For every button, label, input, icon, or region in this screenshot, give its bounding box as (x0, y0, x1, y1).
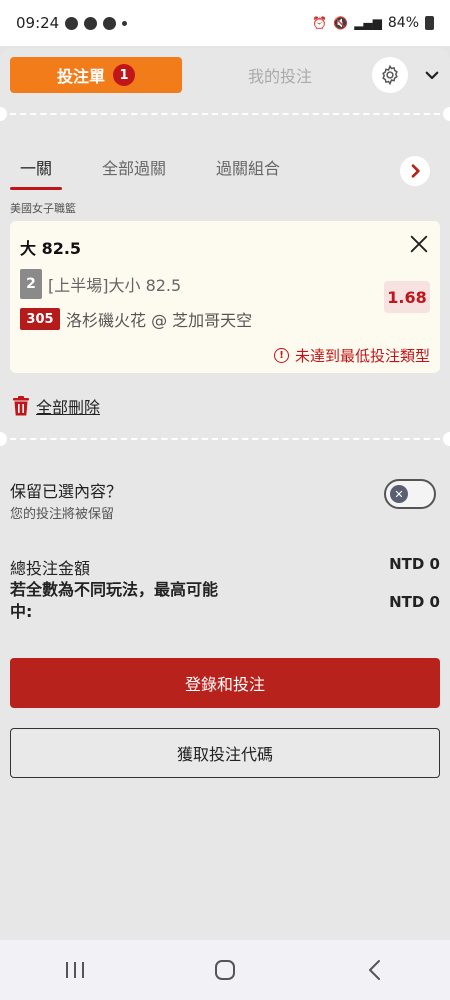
total-stake-label: 總投注金額 (10, 559, 91, 578)
market-text: [上半場]大小 82.5 (48, 276, 182, 295)
odds-value[interactable]: 1.68 (384, 281, 430, 313)
bet-type-tabs: 一關 全部過關 過關組合 (10, 152, 440, 192)
battery-icon (425, 16, 434, 30)
status-right: ⏰ 🔇 ▂▄▆ 84% (312, 15, 434, 31)
status-left: 09:24 (16, 14, 128, 32)
event-text: 洛杉磯火花 @ 芝加哥天空 (66, 311, 253, 330)
keep-selections-subtitle: 您的投注將被保留 (10, 507, 115, 522)
bet-selection-title: 大 82.5 (20, 239, 82, 258)
back-button[interactable] (345, 950, 405, 990)
chevron-down-icon (425, 71, 439, 80)
bet-card: 大 82.5 2 [上半場]大小 82.5 1.68 305 洛杉磯火花 @ 芝… (10, 221, 440, 373)
signal-icon: ▂▄▆ (354, 16, 382, 30)
event-number-badge: 305 (20, 308, 60, 330)
chrome-icon (65, 16, 79, 30)
tab-bet-slip-label: 投注單 (56, 67, 105, 86)
keep-selections-title: 保留已選內容？ (10, 482, 123, 501)
chrome-icon-2 (84, 16, 98, 30)
recent-apps-icon (66, 962, 84, 978)
delete-all-label: 全部刪除 (36, 398, 101, 417)
market-row: 2 [上半場]大小 82.5 (20, 269, 181, 299)
get-bet-code-button[interactable]: 獲取投注代碼 (10, 728, 440, 778)
event-row: 305 洛杉磯火花 @ 芝加哥天空 (20, 307, 252, 331)
market-number-badge: 2 (20, 269, 42, 299)
ticket-notch (0, 432, 7, 446)
login-and-bet-button[interactable]: 登錄和投注 (10, 658, 440, 708)
chevron-right-icon (411, 164, 420, 178)
league-name: 美國女子職籃 (10, 202, 76, 215)
warning-text: 未達到最低投注類型 (294, 347, 430, 365)
total-stake-value: NTD 0 (389, 555, 440, 573)
divider (0, 113, 450, 115)
next-tab-button[interactable] (400, 156, 430, 186)
line-app-icon (103, 16, 117, 30)
mute-icon: 🔇 (333, 16, 349, 30)
home-button[interactable] (195, 950, 255, 990)
trash-icon (13, 396, 29, 416)
max-payout-label: 若全數為不同玩法，最高可能中: (10, 580, 219, 621)
battery-percent: 84% (387, 15, 419, 31)
back-icon (369, 960, 380, 980)
bet-slip-panel: 投注單 1 我的投注 一關 全部過關 過關組合 美國女子職籃 大 82.5 2 … (0, 48, 450, 940)
close-icon[interactable] (408, 233, 430, 255)
tab-single[interactable]: 一關 (10, 154, 63, 190)
home-icon (215, 960, 235, 980)
tab-parlay-combo[interactable]: 過關組合 (206, 154, 290, 190)
more-notifications-icon (122, 20, 128, 26)
tab-my-bets[interactable]: 我的投注 (182, 63, 372, 87)
ticket-notch (443, 432, 450, 446)
settings-button[interactable] (372, 57, 408, 93)
bet-count-badge: 1 (113, 64, 135, 86)
tab-all-parlay[interactable]: 全部過關 (92, 154, 176, 190)
warning-message: ! 未達到最低投注類型 (273, 345, 430, 366)
warning-icon: ! (273, 348, 289, 363)
toggle-off-icon: ✕ (390, 485, 408, 503)
collapse-button[interactable] (422, 65, 442, 85)
recent-apps-button[interactable] (45, 950, 105, 990)
system-nav-bar (0, 940, 450, 1000)
divider (0, 438, 450, 440)
status-time: 09:24 (16, 14, 60, 32)
ticket-notch (0, 107, 7, 121)
alarm-icon: ⏰ (312, 16, 328, 30)
delete-all-button[interactable]: 全部刪除 (12, 394, 100, 418)
ticket-notch (443, 107, 450, 121)
keep-selections-toggle[interactable]: ✕ (384, 479, 436, 509)
header-tabs: 投注單 1 我的投注 (10, 57, 442, 93)
tab-bet-slip[interactable]: 投注單 1 (10, 57, 182, 93)
max-payout-value: NTD 0 (389, 593, 440, 611)
gear-icon (382, 64, 398, 86)
